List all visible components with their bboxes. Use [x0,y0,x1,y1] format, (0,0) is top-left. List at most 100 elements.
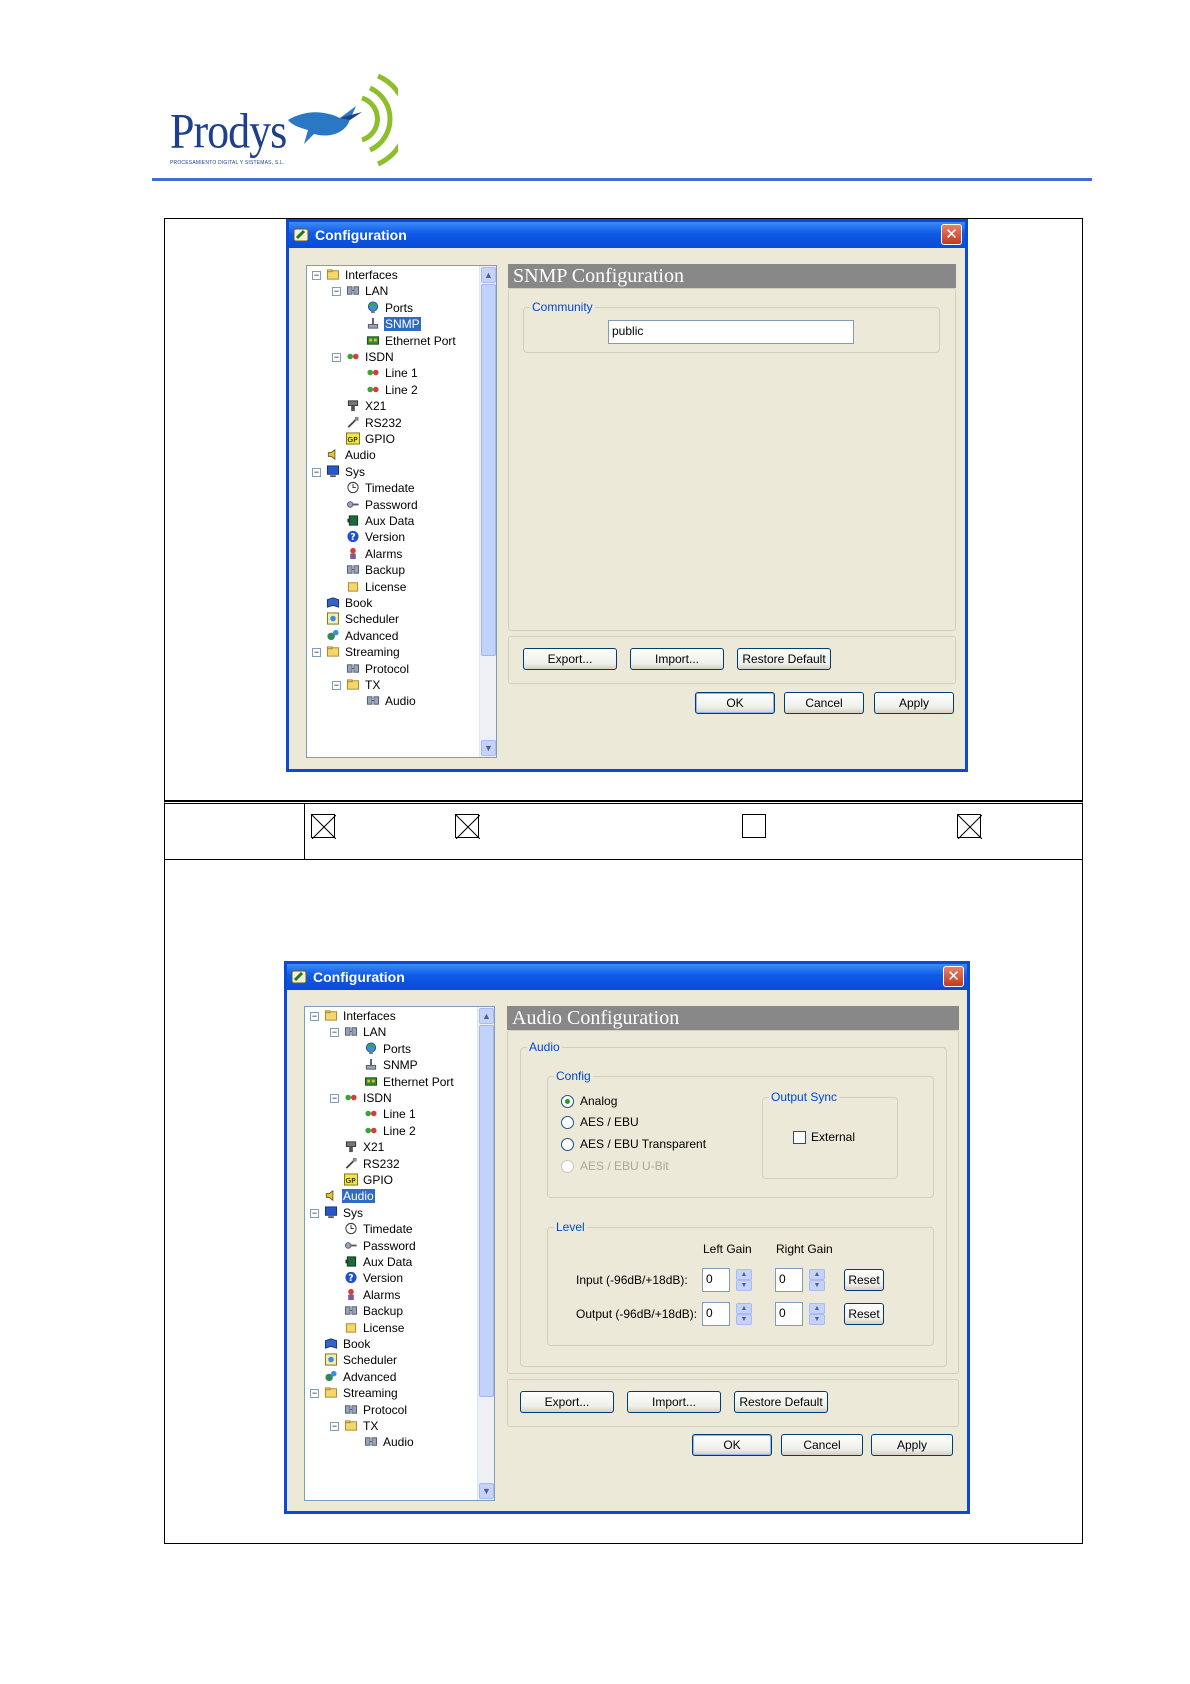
tree-expander[interactable]: − [330,1028,339,1038]
apply-button[interactable]: Apply [871,1434,953,1456]
tree-item-ethernet-port[interactable]: Ethernet Port [366,333,457,350]
option-checkbox-2[interactable] [455,814,480,839]
tree-item-ethernet-port[interactable]: Ethernet Port [364,1074,455,1091]
spin-down-icon[interactable]: ▼ [736,1280,752,1291]
tree-item-line-2[interactable]: Line 2 [364,1123,417,1140]
tree-item-audio[interactable]: Audio [366,693,417,710]
tree-item-protocol[interactable]: Protocol [346,661,410,678]
scroll-thumb[interactable] [479,1025,494,1397]
scroll-up-icon[interactable]: ▲ [479,1008,494,1024]
spin-down-icon[interactable]: ▼ [809,1280,825,1291]
tree-item-snmp[interactable]: SNMP [366,316,421,333]
tree-scrollbar[interactable]: ▲ ▼ [477,1007,494,1500]
tree-expander[interactable]: − [332,287,341,297]
tree-expander[interactable]: − [332,681,341,690]
tree-item-lan[interactable]: LAN [344,1024,387,1041]
tree-item-advanced[interactable]: Advanced [324,1369,397,1386]
tree-item-protocol[interactable]: Protocol [344,1402,408,1419]
input-left-gain-field[interactable]: 0 [702,1268,730,1292]
export-button[interactable]: Export... [523,648,617,670]
tree-item-gpio[interactable]: GP GPIO [346,431,396,448]
tree-item-sys[interactable]: Sys [324,1205,364,1222]
tree-item-scheduler[interactable]: Scheduler [326,611,400,628]
close-button[interactable]: ✕ [943,966,964,987]
tree-scrollbar[interactable]: ▲ ▼ [479,266,496,757]
scroll-down-icon[interactable]: ▼ [481,740,496,756]
spin-down-icon[interactable]: ▼ [736,1314,752,1325]
tree-item-x21[interactable]: X21 [346,398,387,415]
tree-item-alarms[interactable]: Alarms [346,546,403,563]
tree-item-alarms[interactable]: Alarms [344,1287,401,1304]
input-right-gain-spinner[interactable]: ▲ ▼ [809,1269,825,1291]
tree-item-interfaces[interactable]: Interfaces [326,267,399,284]
output-right-gain-spinner[interactable]: ▲ ▼ [809,1303,825,1325]
tree-item-lan[interactable]: LAN [346,283,389,300]
tree-item-password[interactable]: Password [344,1238,417,1255]
tree-item-password[interactable]: Password [346,497,419,514]
external-checkbox[interactable] [793,1131,806,1144]
input-left-gain-spinner[interactable]: ▲ ▼ [736,1269,752,1291]
tree-item-license[interactable]: License [346,579,407,596]
tree-item-line-1[interactable]: Line 1 [366,365,419,382]
output-right-gain-field[interactable]: 0 [775,1302,803,1326]
import-button[interactable]: Import... [630,648,724,670]
spin-up-icon[interactable]: ▲ [809,1303,825,1314]
ok-button[interactable]: OK [692,1434,772,1456]
spin-up-icon[interactable]: ▲ [736,1269,752,1280]
tree-item-interfaces[interactable]: Interfaces [324,1008,397,1025]
tree-item-ports[interactable]: Ports [364,1041,412,1058]
tree-item-line-2[interactable]: Line 2 [366,382,419,399]
restore-default-button[interactable]: Restore Default [737,648,831,670]
import-button[interactable]: Import... [627,1391,721,1413]
export-button[interactable]: Export... [520,1391,614,1413]
tree-item-scheduler[interactable]: Scheduler [324,1352,398,1369]
spin-down-icon[interactable]: ▼ [809,1314,825,1325]
tree-expander[interactable]: − [312,271,321,280]
scroll-up-icon[interactable]: ▲ [481,267,496,283]
output-reset-button[interactable]: Reset [844,1303,884,1325]
tree-item-line-1[interactable]: Line 1 [364,1106,417,1123]
tree-item-book[interactable]: Book [324,1336,371,1353]
tree-item-advanced[interactable]: Advanced [326,628,399,645]
community-input[interactable]: public [608,320,854,344]
tree-item-license[interactable]: License [344,1320,405,1337]
tree-item-version[interactable]: ? Version [344,1270,404,1287]
tree-item-book[interactable]: Book [326,595,373,612]
scroll-thumb[interactable] [481,284,496,656]
tree-item-isdn[interactable]: ISDN [344,1090,393,1107]
apply-button[interactable]: Apply [874,692,954,714]
input-right-gain-field[interactable]: 0 [775,1268,803,1292]
tree-expander[interactable]: − [310,1012,319,1021]
tree-item-audio[interactable]: Audio [326,447,377,464]
tree-item-aux-data[interactable]: Aux Data [346,513,415,530]
tree-item-rs232[interactable]: RS232 [344,1156,401,1173]
aes-ebu-ubit-radio[interactable] [561,1160,574,1173]
tree-expander[interactable]: − [312,648,321,658]
restore-default-button[interactable]: Restore Default [734,1391,828,1413]
tree-item-version[interactable]: ? Version [346,529,406,546]
tree-item-backup[interactable]: Backup [344,1303,404,1320]
tree-item-gpio[interactable]: GP GPIO [344,1172,394,1189]
option-checkbox-3[interactable] [742,814,766,838]
tree-item-timedate[interactable]: Timedate [344,1221,414,1238]
cancel-button[interactable]: Cancel [781,1434,863,1456]
tree-item-streaming[interactable]: Streaming [324,1385,399,1402]
spin-up-icon[interactable]: ▲ [809,1269,825,1280]
tree-expander[interactable]: − [332,353,341,362]
close-button[interactable]: ✕ [941,224,962,245]
tree-item-tx[interactable]: TX [346,677,381,694]
config-tree[interactable]: − Interfaces − LAN Ports SNMP Ethernet Port − IS… [306,265,497,758]
spin-up-icon[interactable]: ▲ [736,1303,752,1314]
tree-item-isdn[interactable]: ISDN [346,349,395,366]
tree-expander[interactable]: − [330,1094,339,1103]
option-checkbox-4[interactable] [957,814,982,839]
tree-item-x21[interactable]: X21 [344,1139,385,1156]
option-checkbox-1[interactable] [311,814,336,839]
tree-item-audio[interactable]: Audio [364,1434,415,1451]
tree-item-streaming[interactable]: Streaming [326,644,401,661]
tree-expander[interactable]: − [312,467,321,477]
tree-item-sys[interactable]: Sys [326,464,366,481]
tree-item-snmp[interactable]: SNMP [364,1057,419,1074]
ok-button[interactable]: OK [695,692,775,714]
tree-expander[interactable]: − [330,1422,339,1431]
